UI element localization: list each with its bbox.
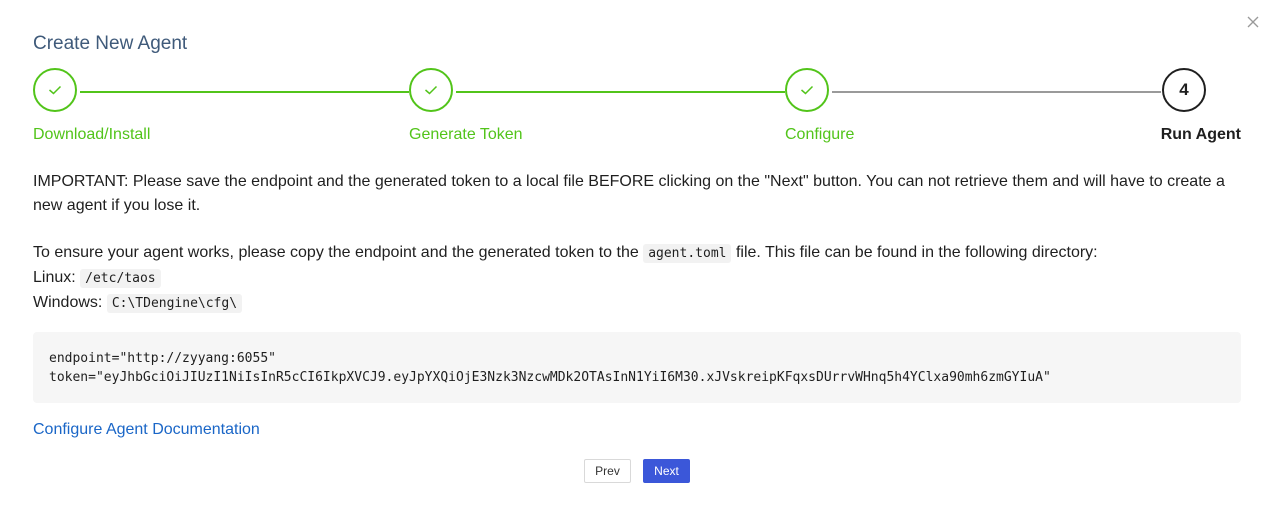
- linux-path-code: /etc/taos: [80, 269, 161, 288]
- step-number: 4: [1179, 80, 1189, 99]
- configure-agent-doc-link[interactable]: Configure Agent Documentation: [33, 421, 260, 439]
- token-line: token="eyJhbGciOiJIUzI1NiIsInR5cCI6IkpXV…: [49, 370, 1051, 385]
- linux-path-line: Linux: /etc/taos: [33, 266, 161, 291]
- step-1-circle: [33, 68, 77, 112]
- check-icon: [801, 85, 814, 95]
- step-label-generate-token: Generate Token: [409, 126, 523, 143]
- windows-path-code: C:\TDengine\cfg\: [106, 294, 243, 313]
- check-icon: [425, 85, 438, 95]
- step-connector: [80, 91, 409, 93]
- step-4-circle: 4: [1162, 68, 1206, 112]
- check-icon: [49, 85, 62, 95]
- prev-button[interactable]: Prev: [584, 459, 631, 483]
- ensure-text: To ensure your agent works, please copy …: [33, 244, 639, 261]
- important-notice: IMPORTANT: Please save the endpoint and …: [33, 170, 1253, 218]
- step-connector: [456, 91, 785, 93]
- create-agent-dialog: Create New Agent 4 Download/Install Gene…: [0, 0, 1277, 519]
- step-connector: [832, 91, 1161, 93]
- important-text-cont: new agent if you lose it.: [33, 197, 201, 214]
- important-text: IMPORTANT: Please save the endpoint and …: [33, 173, 1225, 190]
- windows-label: Windows:: [33, 294, 103, 311]
- config-file-code: agent.toml: [643, 244, 732, 263]
- stepper: 4 Download/Install Generate Token Config…: [0, 0, 1277, 160]
- step-label-configure: Configure: [785, 126, 855, 143]
- linux-label: Linux:: [33, 269, 76, 286]
- step-label-run-agent: Run Agent: [1160, 126, 1241, 143]
- ensure-text-after: file. This file can be found in the foll…: [735, 244, 1098, 261]
- step-label-download: Download/Install: [33, 126, 151, 143]
- ensure-instructions: To ensure your agent works, please copy …: [33, 241, 1098, 266]
- step-3-circle: [785, 68, 829, 112]
- config-code-block[interactable]: endpoint="http://zyyang:6055" token="eyJ…: [33, 332, 1241, 403]
- windows-path-line: Windows: C:\TDengine\cfg\: [33, 291, 243, 316]
- endpoint-line: endpoint="http://zyyang:6055": [49, 351, 276, 366]
- next-button[interactable]: Next: [643, 459, 690, 483]
- step-2-circle: [409, 68, 453, 112]
